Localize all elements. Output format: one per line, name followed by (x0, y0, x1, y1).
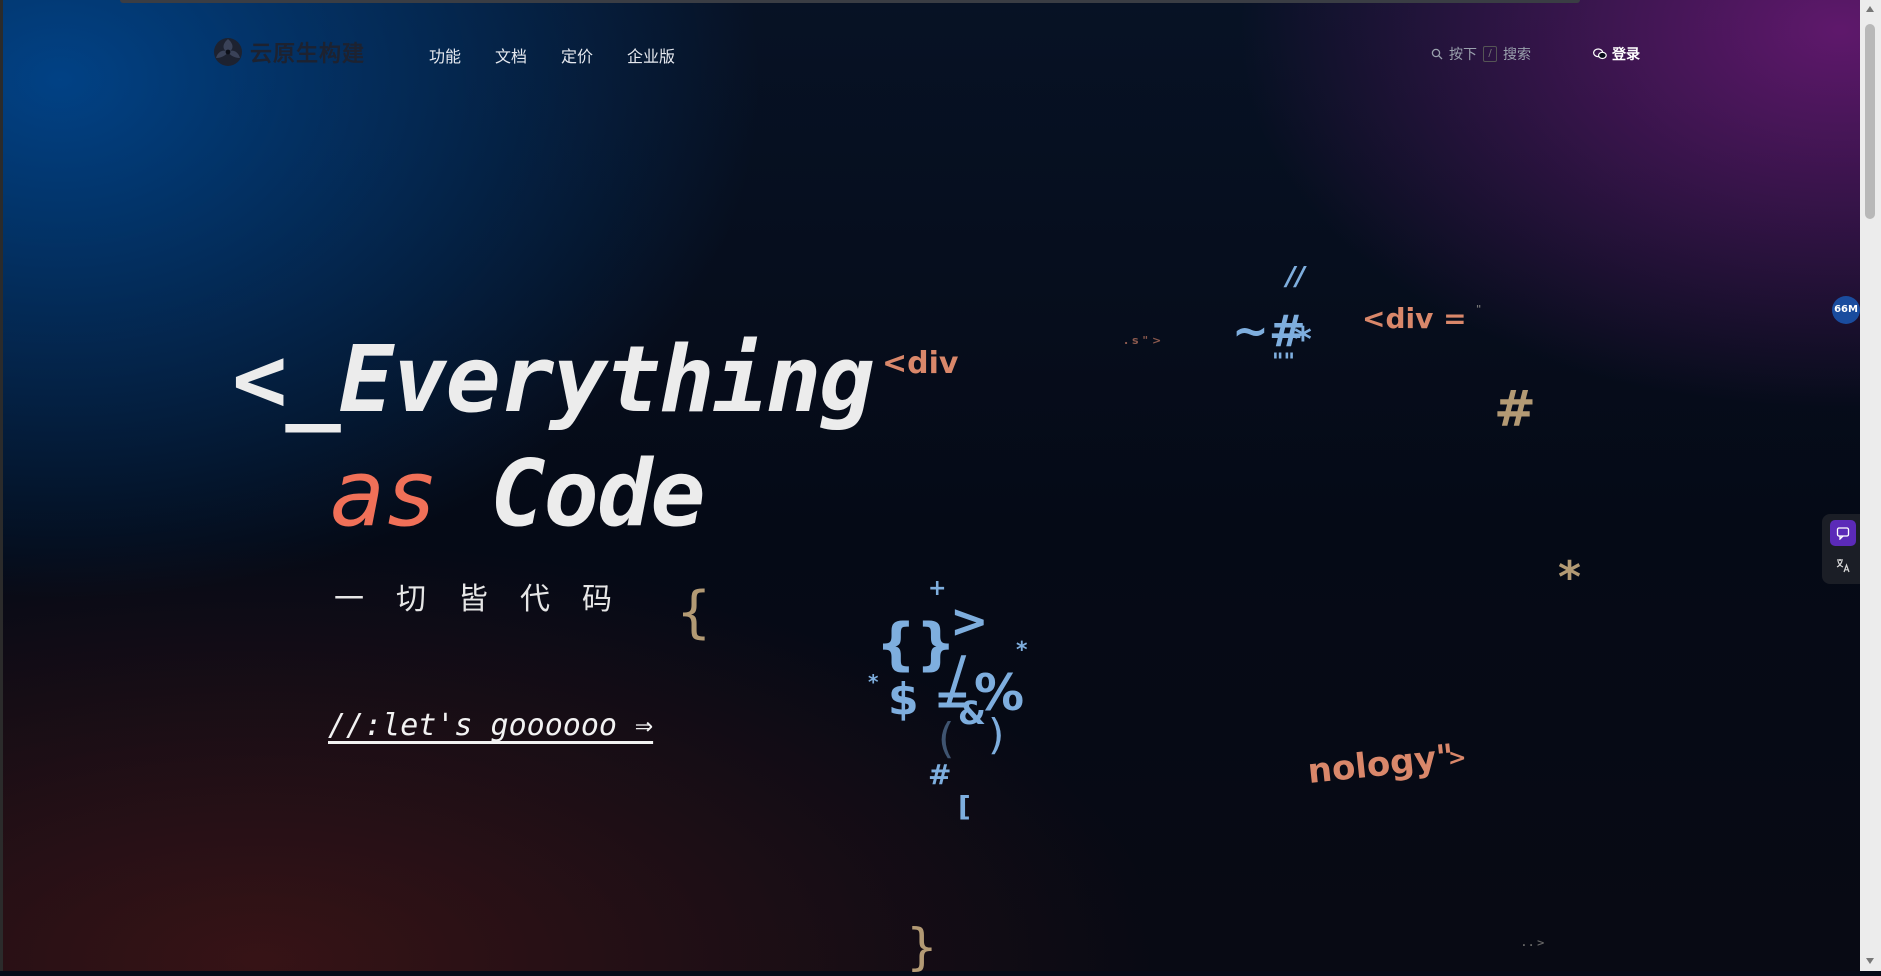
chat-feedback-button[interactable] (1830, 520, 1856, 546)
floating-bottom-tiny: . . > (1522, 938, 1545, 949)
hero-background (0, 0, 1881, 971)
search-icon (1431, 48, 1443, 60)
nav-item-pricing[interactable]: 定价 (561, 43, 593, 67)
floating-plus: + (928, 576, 947, 601)
floating-tiny-sequence: . s " > (1124, 334, 1162, 347)
chat-feedback-icon (1836, 527, 1850, 540)
translate-button[interactable] (1830, 552, 1856, 578)
hero-code-word: Code (490, 440, 706, 547)
brand-logo[interactable]: 云原生构建 (212, 36, 365, 68)
floating-hash-blue: # (928, 758, 952, 791)
get-started-link[interactable]: //:let's goooooo ⇒ (328, 708, 653, 743)
hero-subtitle: 一切皆代码 (334, 582, 644, 617)
floating-paren-open: ( (938, 714, 955, 763)
login-label: 登录 (1612, 47, 1640, 63)
floating-star-blue: * (1294, 320, 1312, 360)
floating-div-tag: <div (882, 346, 959, 381)
cloud-native-logo-icon (214, 38, 242, 66)
search-label: 搜索 (1503, 47, 1531, 63)
login-button[interactable]: 登录 (1593, 44, 1640, 64)
floating-brace-close: } (906, 918, 938, 976)
floating-tech-gt: > (1448, 746, 1467, 771)
nav-item-features[interactable]: 功能 (429, 43, 461, 67)
floating-slashes: // (1286, 262, 1305, 292)
scroll-up-arrow-icon[interactable] (1866, 6, 1874, 12)
main-menu: 功能 文档 定价 企业版 (429, 43, 675, 67)
search-trigger[interactable]: 按下 / 搜索 (1431, 44, 1531, 64)
floating-bracket: [ (958, 790, 971, 823)
scrollbar-thumb[interactable] (1865, 24, 1875, 219)
nav-item-docs[interactable]: 文档 (495, 43, 527, 67)
wechat-icon (1593, 48, 1607, 60)
floating-div-tag-2: <div = (1362, 302, 1467, 335)
search-prefix: 按下 (1449, 47, 1477, 63)
floating-ampersand: & (958, 694, 986, 732)
page-scrollbar[interactable] (1860, 0, 1881, 971)
floating-star-tan: * (1558, 552, 1582, 603)
side-tool-panel (1822, 514, 1860, 584)
hero-as-word: as (330, 440, 439, 547)
floating-quotes: "" (1272, 350, 1295, 375)
floating-gt: > (950, 594, 989, 648)
floating-brace-open: { (676, 580, 712, 645)
brand-name: 云原生构建 (250, 42, 366, 67)
floating-braces: {} (876, 612, 956, 677)
hero-title-line1: <_Everything (232, 326, 875, 433)
floating-star-small: * (1016, 638, 1028, 663)
search-shortcut-key: / (1483, 46, 1497, 62)
window-left-border (0, 0, 3, 971)
nav-item-enterprise[interactable]: 企业版 (627, 43, 675, 67)
floating-tiny-quote: " (1476, 304, 1482, 315)
memory-usage-badge[interactable]: 66M (1832, 296, 1860, 324)
translate-icon (1836, 559, 1850, 573)
scroll-down-arrow-icon[interactable] (1866, 958, 1874, 964)
top-navbar: 云原生构建 功能 文档 定价 企业版 按下 / 搜索 登录 (0, 0, 1860, 108)
floating-hash-tan: # (1494, 380, 1536, 438)
floating-star-small-2: * (868, 670, 879, 694)
hero-title-line2: as Code (330, 440, 706, 547)
floating-paren-close: ) (988, 710, 1005, 759)
